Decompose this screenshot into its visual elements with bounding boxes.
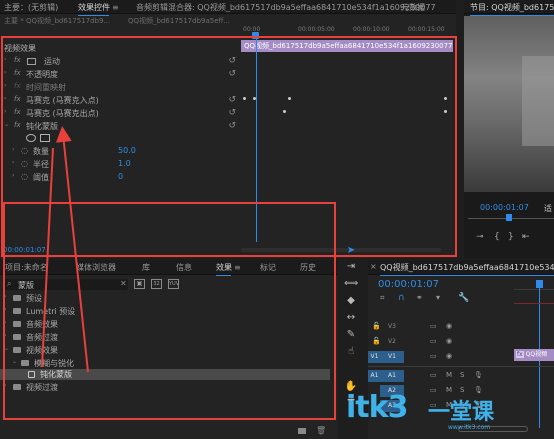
annotation-arrows xyxy=(41,126,89,373)
watermark-logo: itk3 一堂课 www.itk3.com xyxy=(340,390,554,439)
annotation-arrow xyxy=(55,126,89,373)
watermark-url: www.itk3.com xyxy=(448,424,491,431)
watermark-cn: 一堂课 xyxy=(428,400,495,425)
watermark-text: itk3 xyxy=(346,390,408,425)
annotation-arrow xyxy=(41,147,54,368)
